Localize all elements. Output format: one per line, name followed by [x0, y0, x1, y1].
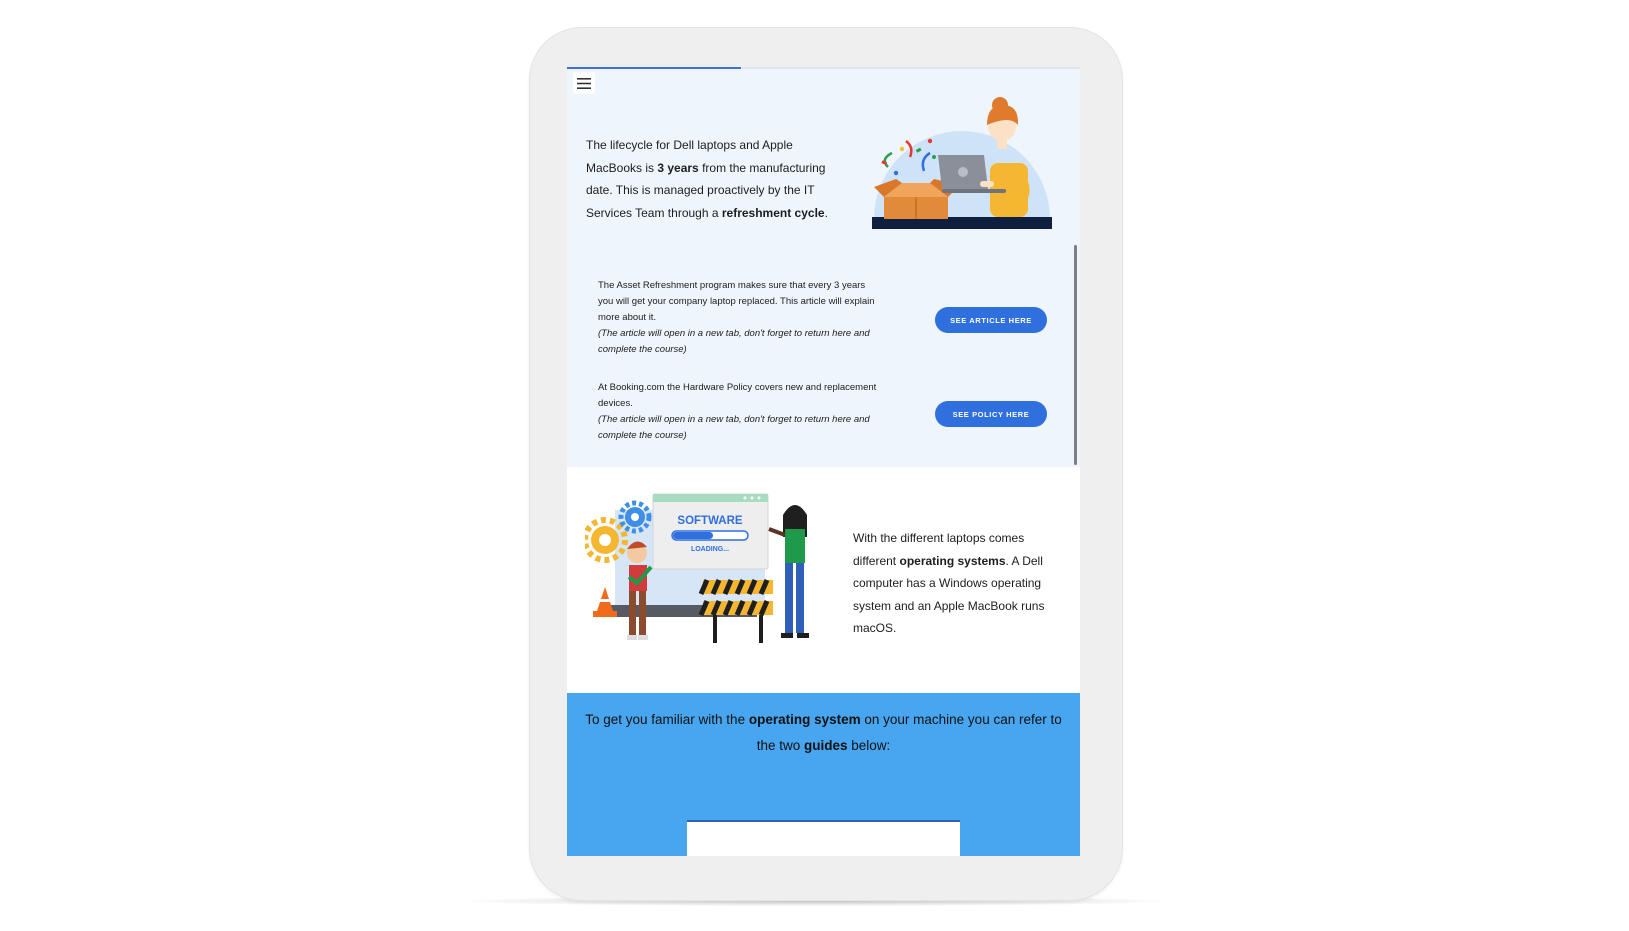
software-label: SOFTWARE [677, 515, 742, 527]
barrier-icon [698, 579, 773, 643]
hamburger-menu-icon [577, 77, 591, 89]
laptop-unboxing-illustration [872, 97, 1052, 229]
policy-callout: At Booking.com the Hardware Policy cover… [598, 380, 883, 444]
guides-section: To get you familiar with the operating s… [567, 693, 1080, 856]
software-loading-illustration: SOFTWARE LOADING... [585, 493, 809, 643]
article-callout-note: (The article will open in a new tab, don… [598, 328, 870, 355]
course-progress-bar [567, 67, 1080, 69]
loading-label: LOADING... [691, 546, 729, 553]
lifecycle-intro-text: The lifecycle for Dell laptops and Apple… [586, 138, 828, 220]
lifecycle-section: The lifecycle for Dell laptops and Apple… [567, 67, 1080, 467]
course-screen[interactable]: The lifecycle for Dell laptops and Apple… [567, 67, 1080, 856]
course-progress-fill [567, 67, 742, 69]
article-callout-text: The Asset Refreshment program makes sure… [598, 280, 875, 323]
scrollbar-thumb[interactable] [1074, 245, 1077, 465]
see-policy-button[interactable]: SEE POLICY HERE [935, 401, 1047, 427]
policy-callout-text: At Booking.com the Hardware Policy cover… [598, 382, 877, 409]
operating-systems-text: With the different laptops comes differe… [853, 531, 1045, 635]
hamburger-menu-button[interactable] [573, 72, 595, 94]
guides-intro-text: To get you familiar with the operating s… [585, 712, 1062, 753]
policy-callout-note: (The article will open in a new tab, don… [598, 414, 870, 441]
traffic-cone-icon [593, 587, 617, 617]
article-callout: The Asset Refreshment program makes sure… [598, 278, 883, 358]
guide-card[interactable] [687, 820, 960, 856]
see-article-button[interactable]: SEE ARTICLE HERE [935, 307, 1047, 333]
